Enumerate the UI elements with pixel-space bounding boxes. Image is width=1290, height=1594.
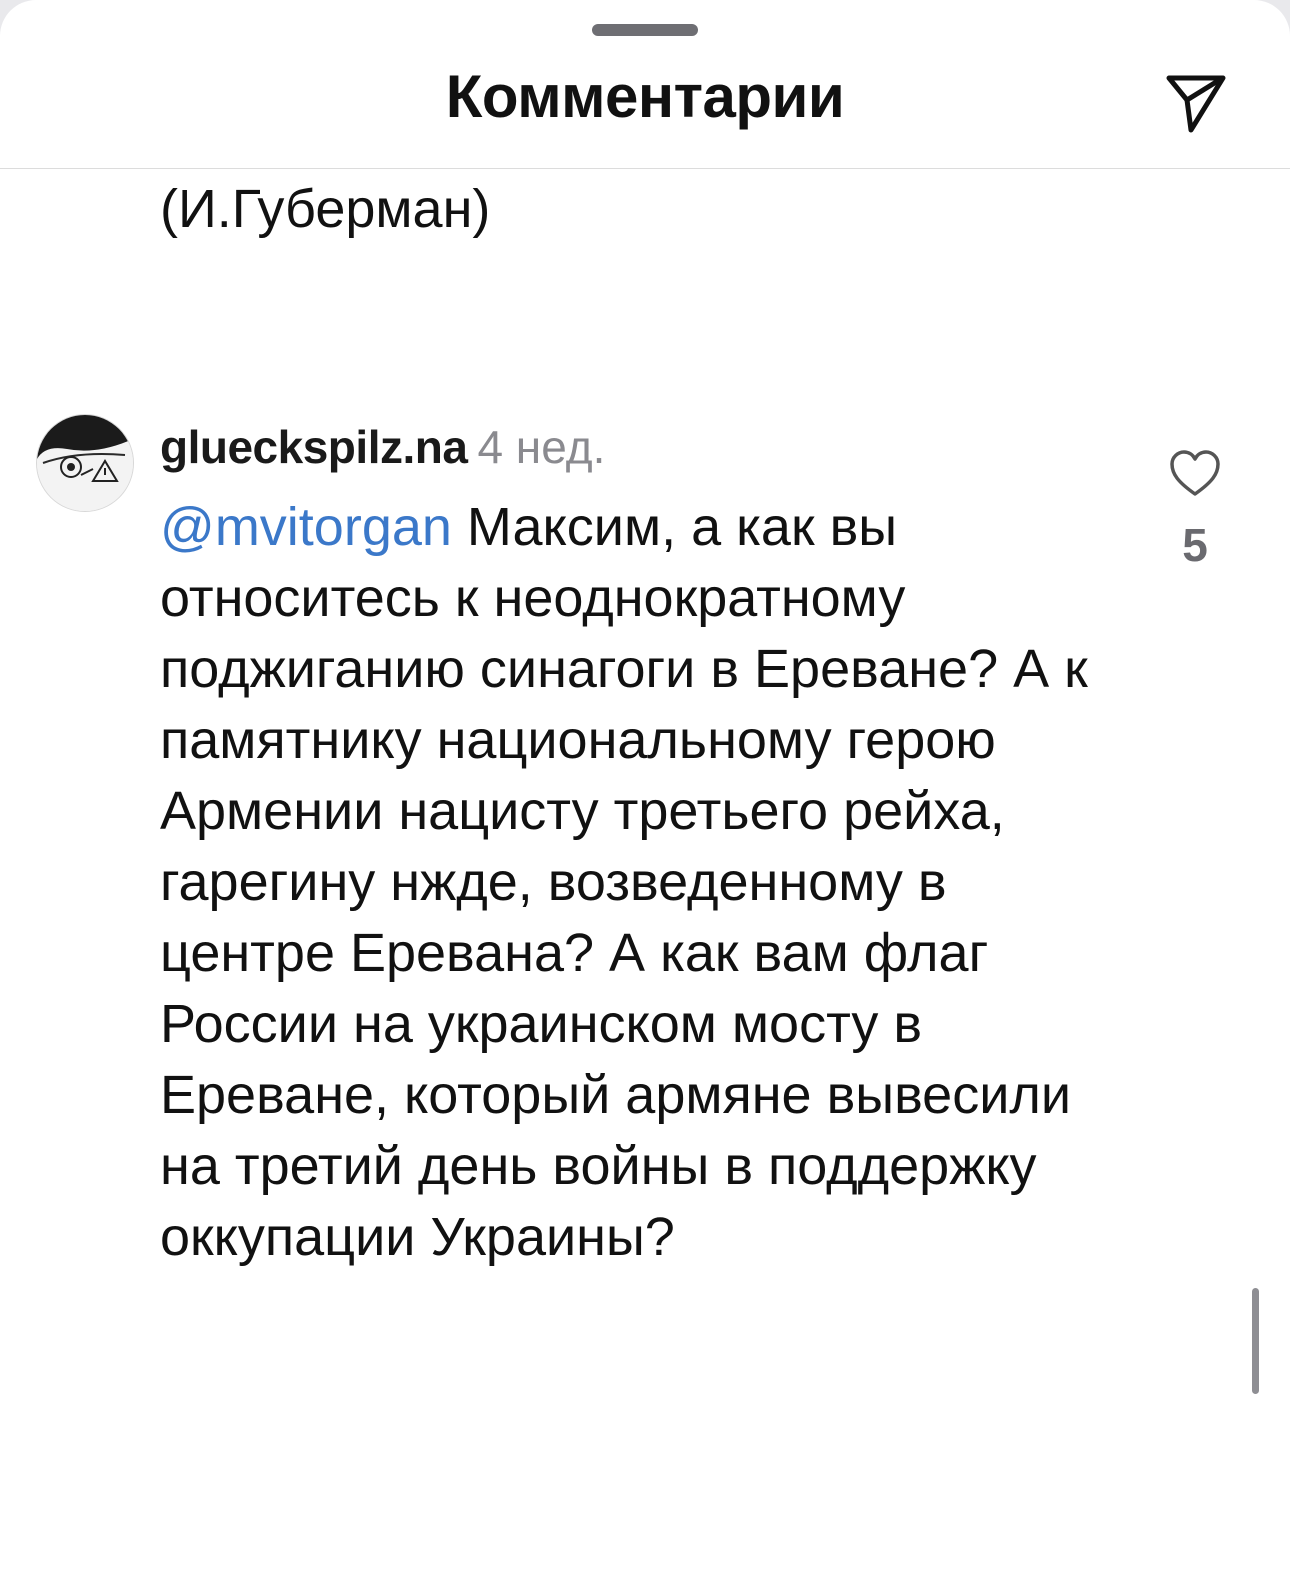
comments-sheet: Комментарии (И.Губерман) glueckspilz.na 4 [0,0,1290,1594]
mention-link[interactable]: @mvitorgan [160,497,452,557]
comment-username[interactable]: glueckspilz.na [160,421,468,473]
previous-comment-tail: (И.Губерман) [160,179,491,239]
comment-body-text: Максим, а как вы относитесь к неоднократ… [160,497,1088,1267]
heart-outline-icon[interactable] [1168,448,1222,498]
like-count[interactable]: 5 [1160,518,1230,572]
comments-header: Комментарии [0,40,1290,169]
avatar[interactable] [36,414,134,512]
comment-text: @mvitorgan Максим, а как вы относитесь к… [160,492,1110,1273]
like-control: 5 [1160,448,1230,572]
scrollbar[interactable] [1252,1288,1259,1394]
comment-meta: glueckspilz.na 4 нед. [160,420,605,474]
paper-plane-icon[interactable] [1163,68,1229,134]
sheet-grabber[interactable] [592,24,698,36]
page-title: Комментарии [445,63,845,130]
comment-time: 4 нед. [477,421,606,473]
